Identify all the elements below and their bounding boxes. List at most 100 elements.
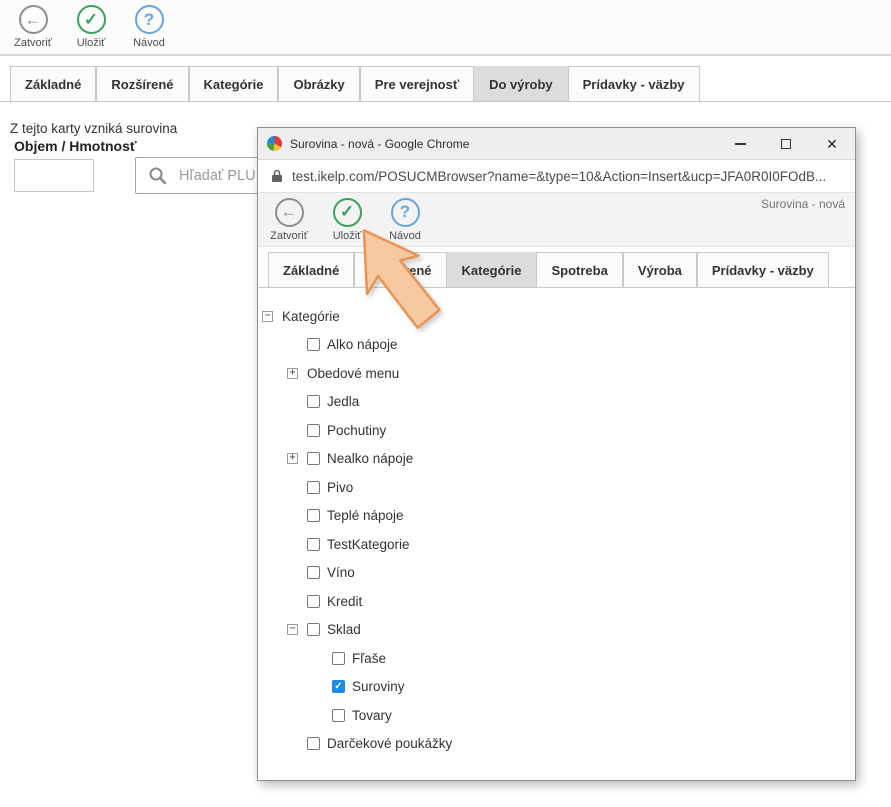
lock-icon bbox=[271, 169, 283, 183]
checkbox[interactable]: ✓ bbox=[332, 680, 345, 693]
close-window-button[interactable]: ✕ bbox=[809, 128, 855, 159]
popup-tab-bar: ZákladnéRozšírenéKategórieSpotrebaVýroba… bbox=[258, 247, 855, 288]
popup-tab-zakladne[interactable]: Základné bbox=[268, 252, 354, 287]
window-controls: ✕ bbox=[717, 128, 855, 159]
search-icon bbox=[148, 166, 167, 185]
minimize-icon bbox=[735, 143, 746, 145]
tree-item-label[interactable]: Fľaše bbox=[352, 651, 386, 666]
checkbox[interactable] bbox=[332, 709, 345, 722]
close-button[interactable]: ←Zatvoriť bbox=[260, 198, 318, 242]
tree-item: − Sklad bbox=[260, 616, 855, 645]
tree-item: Jedla bbox=[260, 388, 855, 417]
checkbox[interactable] bbox=[307, 338, 320, 351]
close-icon: ✕ bbox=[826, 137, 838, 151]
tree-item: Alko nápoje bbox=[260, 331, 855, 360]
help-button[interactable]: ? Návod bbox=[376, 198, 434, 242]
tree-item-label[interactable]: Teplé nápoje bbox=[327, 508, 404, 523]
tree-item-label[interactable]: TestKategorie bbox=[327, 537, 410, 552]
toolbar-button-label: Zatvoriť bbox=[14, 37, 52, 49]
toolbar-button-label: Uložiť bbox=[333, 230, 362, 242]
tree-item-label[interactable]: Nealko nápoje bbox=[327, 451, 413, 466]
tree-item-label[interactable]: Suroviny bbox=[352, 679, 405, 694]
checkbox[interactable] bbox=[307, 566, 320, 579]
close-button[interactable]: ← Zatvoriť bbox=[4, 5, 62, 49]
toolbar-button-label: Zatvoriť bbox=[270, 230, 308, 242]
check-circle-icon: ✓ bbox=[77, 5, 106, 34]
checkbox[interactable] bbox=[332, 652, 345, 665]
toolbar-button-label: Uložiť bbox=[77, 37, 106, 49]
checkbox[interactable] bbox=[307, 623, 320, 636]
tab-obrazky[interactable]: Obrázky bbox=[278, 66, 359, 101]
save-button[interactable]: ✓ Uložiť bbox=[318, 198, 376, 242]
tree-item: + Nealko nápoje bbox=[260, 445, 855, 474]
tree-item-label[interactable]: Pochutiny bbox=[327, 423, 386, 438]
maximize-button[interactable] bbox=[763, 128, 809, 159]
checkbox[interactable] bbox=[307, 395, 320, 408]
expand-icon[interactable]: + bbox=[287, 368, 298, 379]
question-circle-icon: ? bbox=[391, 198, 420, 227]
checkbox[interactable] bbox=[307, 481, 320, 494]
tab-pre-verejnost[interactable]: Pre verejnosť bbox=[360, 66, 474, 101]
popup-tab-pridavky-vazby[interactable]: Prídavky - väzby bbox=[697, 252, 829, 287]
checkbox[interactable] bbox=[307, 509, 320, 522]
checkbox[interactable] bbox=[307, 424, 320, 437]
popup-window-title: Surovina - nová - Google Chrome bbox=[290, 137, 469, 151]
tree-item: Fľaše bbox=[260, 644, 855, 673]
toolbar-button-label: Návod bbox=[389, 230, 421, 242]
category-tree: −KategórieAlko nápoje+Obedové menuJedlaP… bbox=[258, 288, 855, 758]
expand-icon[interactable]: + bbox=[287, 453, 298, 464]
tree-item-label[interactable]: Darčekové poukážky bbox=[327, 736, 452, 751]
tree-item-label[interactable]: Tovary bbox=[352, 708, 392, 723]
expander-slot: + bbox=[287, 368, 307, 379]
tab-zakladne[interactable]: Základné bbox=[10, 66, 96, 101]
main-toolbar: ← Zatvoriť ✓ Uložiť? Návod bbox=[0, 0, 891, 56]
checkbox[interactable] bbox=[307, 737, 320, 750]
tab-rozsirene[interactable]: Rozšírené bbox=[96, 66, 188, 101]
tree-item-label[interactable]: Alko nápoje bbox=[327, 337, 398, 352]
collapse-icon[interactable]: − bbox=[287, 624, 298, 635]
tree-item: Tovary bbox=[260, 701, 855, 730]
back-arrow-icon: ← bbox=[19, 5, 48, 34]
popup-tab-rozsirene[interactable]: Rozšírené bbox=[354, 252, 446, 287]
tree-item-label[interactable]: Kredit bbox=[327, 594, 362, 609]
checkbox[interactable] bbox=[307, 595, 320, 608]
popup-tab-spotreba[interactable]: Spotreba bbox=[536, 252, 622, 287]
checkbox[interactable] bbox=[307, 452, 320, 465]
tree-item: + Obedové menu bbox=[260, 359, 855, 388]
volume-weight-input[interactable] bbox=[14, 159, 94, 192]
popup-tab-kategorie[interactable]: Kategórie bbox=[447, 252, 537, 287]
tree-item-label[interactable]: Pivo bbox=[327, 480, 353, 495]
tab-do-vyroby[interactable]: Do výroby bbox=[474, 66, 568, 101]
tab-kategorie[interactable]: Kategórie bbox=[189, 66, 279, 101]
tree-item-label[interactable]: Sklad bbox=[327, 622, 361, 637]
expander-slot: − bbox=[262, 311, 282, 322]
popup-titlebar[interactable]: Surovina - nová - Google Chrome ✕ bbox=[258, 128, 855, 160]
tree-item-label[interactable]: Kategórie bbox=[282, 309, 340, 324]
maximize-icon bbox=[781, 139, 791, 149]
tree-item-label[interactable]: Obedové menu bbox=[307, 366, 399, 381]
tree-item-label[interactable]: Víno bbox=[327, 565, 355, 580]
checkbox[interactable] bbox=[307, 538, 320, 551]
ikelp-favicon-icon bbox=[267, 136, 282, 151]
popup-toolbar: ←Zatvoriť✓Uložiť?Návod Surovina - nová bbox=[258, 193, 855, 247]
tree-item: Teplé nápoje bbox=[260, 502, 855, 531]
popup-window: Surovina - nová - Google Chrome ✕ test.i… bbox=[257, 127, 856, 781]
tree-item: ✓ Suroviny bbox=[260, 673, 855, 702]
minimize-button[interactable] bbox=[717, 128, 763, 159]
info-text: Z tejto karty vzniká surovina bbox=[10, 121, 177, 136]
tree-item-label[interactable]: Jedla bbox=[327, 394, 359, 409]
tree-item: TestKategorie bbox=[260, 530, 855, 559]
tab-pridavky-vazby[interactable]: Prídavky - väzby bbox=[568, 66, 700, 101]
save-button[interactable]: ✓ Uložiť bbox=[62, 5, 120, 49]
volume-weight-label: Objem / Hmotnosť bbox=[14, 138, 137, 154]
check-circle-icon: ✓ bbox=[333, 198, 362, 227]
tree-item: −Kategórie bbox=[260, 302, 855, 331]
url-text: test.ikelp.com/POSUCMBrowser?name=&type=… bbox=[292, 169, 826, 184]
help-button[interactable]: ? Návod bbox=[120, 5, 178, 49]
toolbar-button-label: Návod bbox=[133, 37, 165, 49]
tree-item: Darčekové poukážky bbox=[260, 730, 855, 759]
collapse-icon[interactable]: − bbox=[262, 311, 273, 322]
popup-tab-vyroba[interactable]: Výroba bbox=[623, 252, 697, 287]
question-circle-icon: ? bbox=[135, 5, 164, 34]
url-bar[interactable]: test.ikelp.com/POSUCMBrowser?name=&type=… bbox=[258, 160, 855, 193]
